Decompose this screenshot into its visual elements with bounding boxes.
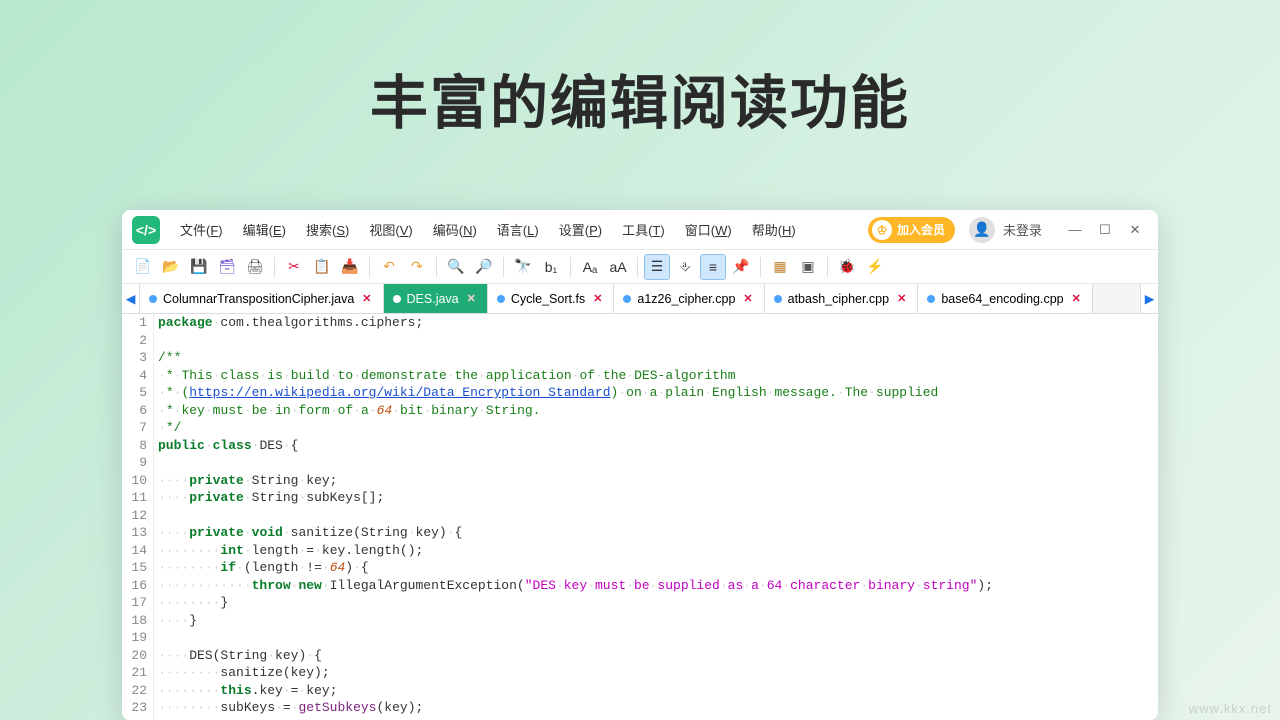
login-status[interactable]: 未登录	[1003, 220, 1042, 239]
console-icon[interactable]: ▣	[795, 254, 821, 280]
tab-scroll-left-icon[interactable]: ◀	[122, 284, 140, 313]
save-icon[interactable]: 💾	[186, 254, 212, 280]
tab-label: a1z26_cipher.cpp	[637, 292, 735, 306]
code-content[interactable]: package·com.thealgorithms.ciphers; /**·*…	[154, 314, 1158, 720]
case-upper-icon[interactable]: Aₐ	[577, 254, 603, 280]
vip-badge[interactable]: ♔ 加入会员	[868, 217, 955, 243]
run-icon[interactable]: ⚡	[862, 254, 888, 280]
tab-close-icon[interactable]: ✕	[360, 292, 373, 305]
menu-p[interactable]: 设置(P)	[551, 216, 610, 243]
case-lower-icon[interactable]: aA	[605, 254, 631, 280]
tab-2[interactable]: Cycle_Sort.fs ✕	[488, 284, 615, 313]
app-logo-icon: </>	[132, 216, 160, 244]
watermark: www.kkx.net	[1189, 701, 1272, 716]
toolbar: 📄📂💾🗃🖨 ✂📋📥 ↶↷ 🔍🔎 🔭b₁ AₐaA ☰⎀≡📌 ▦▣ 🐞⚡	[122, 250, 1158, 284]
file-type-icon	[497, 295, 505, 303]
new-file-icon[interactable]: 📄	[130, 254, 156, 280]
tab-label: base64_encoding.cpp	[941, 292, 1063, 306]
menu-l[interactable]: 语言(L)	[489, 216, 547, 243]
tab-close-icon[interactable]: ✕	[1070, 292, 1083, 305]
file-type-icon	[774, 295, 782, 303]
zoom-out-icon[interactable]: 🔎	[471, 254, 497, 280]
bookmark-icon[interactable]: b₁	[538, 254, 564, 280]
app-window: </> 文件(F)编辑(E)搜索(S)视图(V)编码(N)语言(L)设置(P)工…	[122, 210, 1158, 720]
minimize-button[interactable]: —	[1062, 217, 1088, 243]
menu-t[interactable]: 工具(T)	[614, 216, 673, 243]
tab-4[interactable]: atbash_cipher.cpp ✕	[765, 284, 919, 313]
pin-icon[interactable]: 📌	[728, 254, 754, 280]
menu-v[interactable]: 视图(V)	[361, 216, 420, 243]
find-icon[interactable]: 🔭	[510, 254, 536, 280]
grid-icon[interactable]: ▦	[767, 254, 793, 280]
file-type-icon	[623, 295, 631, 303]
save-all-icon[interactable]: 🗃	[214, 254, 240, 280]
tab-label: DES.java	[407, 292, 459, 306]
print-icon[interactable]: 🖨	[242, 254, 268, 280]
menu-s[interactable]: 搜索(S)	[298, 216, 357, 243]
wrap-icon[interactable]: ≡	[700, 254, 726, 280]
file-type-icon	[149, 295, 157, 303]
tab-1[interactable]: DES.java ✕	[384, 284, 488, 313]
avatar-icon[interactable]: 👤	[969, 217, 995, 243]
bug-icon[interactable]: 🐞	[834, 254, 860, 280]
close-button[interactable]: ✕	[1122, 217, 1148, 243]
wordwrap-guide-icon[interactable]: ⎀	[672, 254, 698, 280]
tab-5[interactable]: base64_encoding.cpp ✕	[918, 284, 1093, 313]
paste-icon[interactable]: 📥	[337, 254, 363, 280]
tab-close-icon[interactable]: ✕	[465, 292, 478, 305]
tab-close-icon[interactable]: ✕	[895, 292, 908, 305]
menu-n[interactable]: 编码(N)	[425, 216, 485, 243]
line-number-gutter: 1234567891011121314151617181920212223	[122, 314, 154, 720]
zoom-in-icon[interactable]: 🔍	[443, 254, 469, 280]
hero-title: 丰富的编辑阅读功能	[0, 0, 1280, 140]
crown-icon: ♔	[872, 220, 892, 240]
open-folder-icon[interactable]: 📂	[158, 254, 184, 280]
tab-scroll-right-icon[interactable]: ▶	[1140, 284, 1158, 313]
tab-label: ColumnarTranspositionCipher.java	[163, 292, 354, 306]
menu-f[interactable]: 文件(F)	[172, 216, 231, 243]
menu-e[interactable]: 编辑(E)	[235, 216, 294, 243]
menu-h[interactable]: 帮助(H)	[744, 216, 804, 243]
tab-3[interactable]: a1z26_cipher.cpp ✕	[614, 284, 764, 313]
copy-icon[interactable]: 📋	[309, 254, 335, 280]
tab-0[interactable]: ColumnarTranspositionCipher.java ✕	[140, 284, 384, 313]
menubar: </> 文件(F)编辑(E)搜索(S)视图(V)编码(N)语言(L)设置(P)工…	[122, 210, 1158, 250]
maximize-button[interactable]: ☐	[1092, 217, 1118, 243]
undo-icon[interactable]: ↶	[376, 254, 402, 280]
cut-icon[interactable]: ✂	[281, 254, 307, 280]
tab-label: atbash_cipher.cpp	[788, 292, 889, 306]
tab-close-icon[interactable]: ✕	[591, 292, 604, 305]
menu-w[interactable]: 窗口(W)	[677, 216, 740, 243]
code-editor[interactable]: 1234567891011121314151617181920212223 pa…	[122, 314, 1158, 720]
redo-icon[interactable]: ↷	[404, 254, 430, 280]
tab-label: Cycle_Sort.fs	[511, 292, 585, 306]
vip-label: 加入会员	[897, 221, 945, 238]
tab-close-icon[interactable]: ✕	[741, 292, 754, 305]
tab-bar: ◀ ColumnarTranspositionCipher.java✕DES.j…	[122, 284, 1158, 314]
line-numbers-icon[interactable]: ☰	[644, 254, 670, 280]
file-type-icon	[927, 295, 935, 303]
file-type-icon	[393, 295, 401, 303]
